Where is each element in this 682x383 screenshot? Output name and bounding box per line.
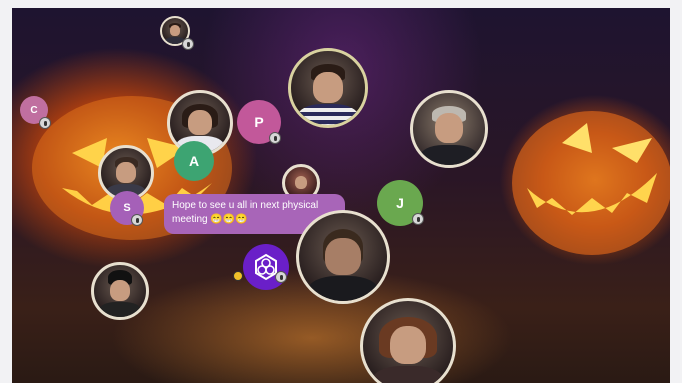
participant-shirt: [372, 365, 444, 383]
participant-initial: A: [188, 153, 200, 169]
participant-shirt: [307, 276, 379, 301]
participant-face: [313, 71, 343, 103]
participant-face: [188, 109, 212, 135]
participant-face: [434, 113, 464, 144]
participant-initial: J: [396, 195, 404, 211]
virtual-space-canvas[interactable]: C P A S Hope to see u all in next physic…: [12, 8, 670, 383]
participant-initial: C: [30, 104, 38, 116]
participant-face: [325, 237, 361, 275]
participant-initial: S: [123, 202, 131, 214]
participant-shirt: [99, 302, 141, 317]
participant-shirt: [298, 104, 358, 125]
participant-initial: P: [254, 114, 264, 130]
participant-video-bubble[interactable]: [410, 90, 488, 168]
mic-icon: [39, 117, 51, 129]
status-badge: [233, 271, 243, 281]
chat-message-text: Hope to see u all in next physical meeti…: [172, 200, 319, 225]
mic-icon: [275, 271, 287, 283]
participant-face: [169, 25, 181, 37]
participant-video-bubble[interactable]: [296, 210, 390, 304]
participant-face: [109, 279, 131, 302]
participant-face: [116, 162, 136, 183]
participant-video-bubble-speaker[interactable]: [288, 48, 368, 128]
participant-shirt: [420, 144, 478, 165]
mic-icon: [131, 214, 143, 226]
participant-face: [294, 175, 308, 190]
participant-video-bubble[interactable]: [91, 262, 149, 320]
mic-icon: [269, 132, 281, 144]
mic-icon: [182, 38, 194, 50]
participant-initial-bubble-a[interactable]: A: [174, 141, 214, 181]
hexagon-logo-icon[interactable]: [243, 244, 289, 290]
participant-face: [390, 326, 426, 364]
mic-icon: [412, 213, 424, 225]
participant-video-bubble[interactable]: [360, 298, 456, 383]
right-pumpkin-image: [507, 103, 670, 263]
